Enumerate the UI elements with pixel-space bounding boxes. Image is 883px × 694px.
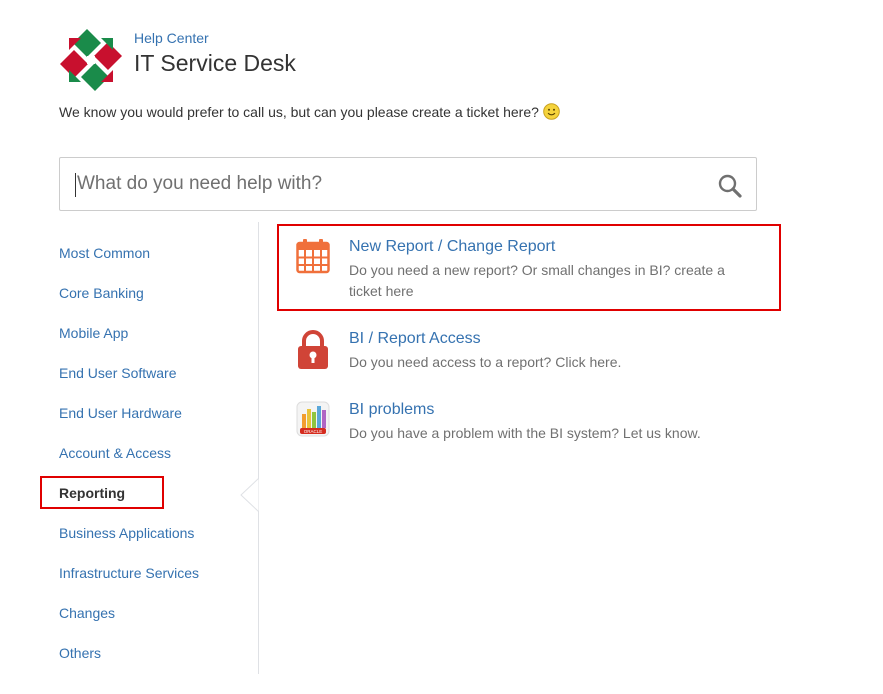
search-placeholder: What do you need help with? <box>77 173 323 194</box>
request-type-name[interactable]: BI / Report Access <box>349 330 481 348</box>
sidebar-item-most-common[interactable]: Most Common <box>59 245 150 261</box>
page-title: IT Service Desk <box>134 50 296 76</box>
oracle-badge: ORACLE <box>304 429 323 434</box>
sidebar-item-mobile-app[interactable]: Mobile App <box>59 325 128 341</box>
help-center-link[interactable]: Help Center <box>134 30 209 46</box>
sidebar-item-end-user-software[interactable]: End User Software <box>59 365 177 381</box>
sidebar-item-changes[interactable]: Changes <box>59 605 115 621</box>
active-pointer <box>240 478 262 512</box>
request-type-bi-report-access[interactable]: BI / Report Access Do you need access to… <box>296 330 756 374</box>
company-logo <box>60 29 122 91</box>
sidebar-divider <box>258 222 259 674</box>
tagline-text: We know you would prefer to call us, but… <box>59 103 539 120</box>
search-input[interactable]: What do you need help with? <box>59 157 757 211</box>
sidebar-item-others[interactable]: Others <box>59 645 101 661</box>
request-type-bi-problems[interactable]: ORACLE BI problems Do you have a problem… <box>296 401 756 445</box>
sidebar-item-infrastructure-services[interactable]: Infrastructure Services <box>59 565 199 581</box>
sidebar-item-end-user-hardware[interactable]: End User Hardware <box>59 405 182 421</box>
sidebar-item-core-banking[interactable]: Core Banking <box>59 285 144 301</box>
lock-icon <box>298 330 328 369</box>
selected-request-highlight <box>277 224 781 311</box>
smiley-icon <box>543 103 560 120</box>
text-cursor <box>75 173 76 197</box>
bar-chart-icon: ORACLE <box>296 401 330 437</box>
sidebar-item-account-access[interactable]: Account & Access <box>59 445 171 461</box>
sidebar-item-business-applications[interactable]: Business Applications <box>59 525 194 541</box>
tagline: We know you would prefer to call us, but… <box>59 103 560 120</box>
request-type-description: Do you need access to a report? Click he… <box>349 354 622 370</box>
request-type-name[interactable]: BI problems <box>349 401 434 419</box>
search-icon[interactable] <box>717 173 743 199</box>
request-type-description: Do you have a problem with the BI system… <box>349 425 701 441</box>
active-category-highlight <box>40 476 164 509</box>
